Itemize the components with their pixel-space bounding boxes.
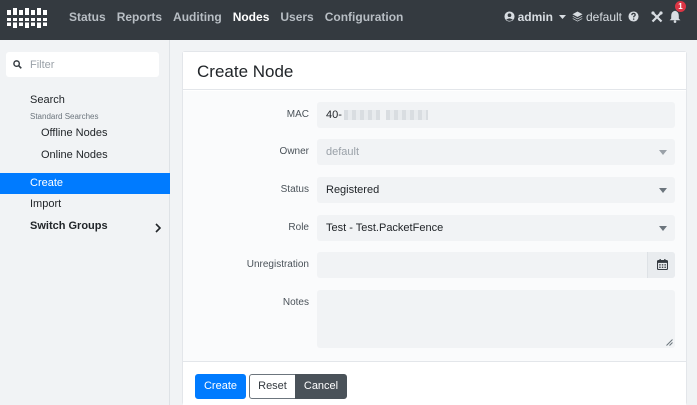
notification-count-badge: 1 — [675, 0, 686, 12]
sidebar: Search Standard Searches Offline Nodes O… — [0, 40, 170, 405]
top-navbar: Status Reports Auditing Nodes Users Conf… — [0, 0, 697, 40]
caret-down-icon — [659, 226, 667, 231]
nav-users[interactable]: Users — [280, 10, 313, 24]
mac-value: 40- — [326, 109, 342, 121]
main-nav: Status Reports Auditing Nodes Users Conf… — [69, 0, 414, 33]
filter-input[interactable] — [30, 52, 155, 77]
nav-reports[interactable]: Reports — [117, 10, 162, 24]
filter-box — [6, 52, 159, 77]
sidebar-item-create[interactable]: Create — [0, 173, 170, 194]
calendar-button[interactable] — [647, 252, 675, 278]
reset-button[interactable]: Reset — [249, 374, 296, 399]
user-circle-icon — [504, 11, 515, 22]
role-select[interactable]: Test - Test.PacketFence — [317, 215, 675, 241]
redacted-mac-part — [385, 110, 428, 121]
tools-button[interactable] — [651, 10, 663, 23]
card-header: Create Node — [183, 52, 686, 90]
sidebar-item-label: Switch Groups — [30, 220, 108, 232]
status-value: Registered — [326, 184, 380, 196]
standard-searches-heading: Standard Searches — [30, 112, 99, 121]
sidebar-item-switch-groups[interactable]: Switch Groups — [0, 218, 170, 238]
mac-field[interactable]: 40- — [317, 102, 675, 128]
caret-down-icon — [659, 150, 667, 155]
role-label: Role — [288, 222, 309, 233]
sidebar-item-offline-nodes[interactable]: Offline Nodes — [0, 126, 170, 140]
right-nav: admin default 1 — [504, 0, 697, 33]
nav-configuration[interactable]: Configuration — [325, 10, 404, 24]
tenant-name: default — [585, 9, 622, 24]
nav-status[interactable]: Status — [69, 10, 106, 24]
help-button[interactable] — [628, 11, 639, 22]
sidebar-item-label: Online Nodes — [41, 149, 108, 161]
tenant-selector[interactable]: default — [572, 10, 628, 24]
status-label: Status — [280, 184, 309, 195]
chevron-right-icon — [155, 223, 161, 233]
user-menu[interactable]: admin — [504, 10, 572, 24]
search-icon — [13, 60, 22, 69]
sidebar-item-search[interactable]: Search — [0, 93, 170, 107]
tools-icon — [651, 10, 663, 22]
user-name: admin — [517, 9, 553, 24]
unregistration-label: Unregistration — [246, 259, 309, 270]
card-footer: Create Reset Cancel — [183, 361, 686, 405]
redacted-mac-part — [343, 110, 380, 121]
sidebar-item-label: Import — [30, 198, 62, 210]
owner-label: Owner — [279, 146, 309, 157]
create-button[interactable]: Create — [195, 374, 246, 399]
role-value: Test - Test.PacketFence — [326, 222, 444, 234]
nav-auditing[interactable]: Auditing — [173, 10, 222, 24]
page-title: Create Node — [197, 62, 294, 81]
status-select[interactable]: Registered — [317, 177, 675, 203]
notes-label: Notes — [282, 297, 309, 308]
sidebar-item-online-nodes[interactable]: Online Nodes — [0, 148, 170, 162]
sidebar-item-label: Search — [30, 94, 65, 106]
question-circle-icon — [628, 11, 639, 22]
packetfence-logo[interactable] — [6, 6, 52, 30]
mac-label: MAC — [286, 109, 309, 120]
caret-down-icon — [558, 14, 566, 19]
cancel-button[interactable]: Cancel — [295, 374, 347, 399]
calendar-icon — [657, 259, 668, 270]
resize-handle-icon[interactable] — [666, 339, 673, 346]
owner-value: default — [326, 146, 360, 158]
create-node-card: Create Node MAC 40- Owner default Status… — [182, 51, 687, 405]
owner-field[interactable]: default — [317, 139, 675, 165]
sidebar-item-import[interactable]: Import — [0, 197, 170, 211]
layers-icon — [572, 11, 583, 22]
notifications-button[interactable]: 1 — [669, 0, 686, 24]
notes-textarea[interactable] — [317, 290, 675, 348]
create-node-form: MAC 40- Owner default Status Registered … — [183, 91, 686, 361]
sidebar-item-label: Create — [30, 177, 64, 189]
nav-nodes[interactable]: Nodes — [233, 10, 270, 24]
sidebar-item-label: Offline Nodes — [41, 127, 108, 139]
bell-icon — [669, 10, 681, 23]
unregistration-datetime-field[interactable] — [317, 252, 675, 278]
caret-down-icon — [659, 188, 667, 193]
